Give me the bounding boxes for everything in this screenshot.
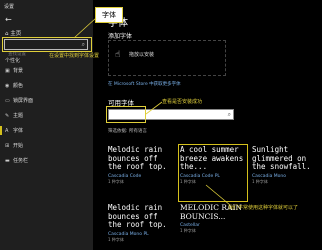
font-count: 1 种字体 bbox=[252, 178, 268, 184]
back-arrow-icon[interactable]: ← bbox=[5, 15, 12, 24]
sidebar-item-label: 主题 bbox=[13, 113, 24, 119]
sidebar-item-colors[interactable]: ◉ 颜色 bbox=[5, 81, 23, 90]
annotation-box-font-search bbox=[106, 106, 146, 123]
annotation-tag: 字体 bbox=[95, 7, 123, 23]
add-fonts-heading: 添加字体 bbox=[108, 33, 133, 40]
drop-zone-label: 拖放以安装 bbox=[129, 52, 155, 58]
sidebar-item-label: 开始 bbox=[13, 143, 24, 149]
font-card-cascadia-code[interactable]: Melodic rain bounces off the roof top. C… bbox=[108, 145, 174, 200]
section-label: 个性化 bbox=[5, 58, 21, 64]
sidebar-item-taskbar[interactable]: ▬ 任务栏 bbox=[5, 156, 28, 165]
annotation-card-hint: 我们平常使用这种字体就可以了 bbox=[228, 205, 299, 211]
font-drop-zone[interactable]: ☝ 拖放以安装 bbox=[108, 40, 226, 76]
settings-window: 设置 ← ⌂ 主页 ⌕ 个性化 ▣ 背景 ◉ 颜色 ▭ 锁屏界面 ✎ 主题 A … bbox=[0, 0, 322, 250]
start-icon: ⊞ bbox=[5, 142, 10, 149]
sidebar-item-label: 颜色 bbox=[13, 83, 24, 89]
sidebar-item-lockscreen[interactable]: ▭ 锁屏界面 bbox=[5, 96, 33, 105]
picture-icon: ▣ bbox=[5, 67, 10, 74]
font-sample-text: Melodic rain bounces off the roof top. bbox=[108, 203, 167, 229]
font-count: 1 种字体 bbox=[180, 228, 196, 233]
font-count: 1 种字体 bbox=[108, 236, 124, 242]
language-filter[interactable]: 筛选依据: 所有语言 bbox=[108, 128, 147, 134]
sidebar-item-label: 锁屏界面 bbox=[13, 98, 34, 104]
palette-icon: ◉ bbox=[5, 82, 10, 89]
store-link[interactable]: 在 Microsoft Store 中获取更多字体 bbox=[108, 81, 181, 87]
sidebar-item-themes[interactable]: ✎ 主题 bbox=[5, 111, 23, 120]
font-count: 1 种字体 bbox=[108, 178, 124, 184]
brush-icon: ✎ bbox=[5, 112, 10, 119]
font-card-cascadia-mono[interactable]: Sunlight glimmered on the snowfall. Casc… bbox=[252, 145, 318, 200]
sidebar-item-label: 字体 bbox=[13, 128, 24, 134]
monitor-icon: ▭ bbox=[5, 97, 10, 104]
font-card-cascadia-mono-pl[interactable]: Melodic rain bounces off the roof top. C… bbox=[108, 203, 174, 250]
font-sample-text: A cool summer breeze awakens the... bbox=[180, 145, 244, 171]
window-title: 设置 bbox=[4, 4, 15, 10]
search-icon: ⌕ bbox=[227, 111, 231, 118]
taskbar-icon: ▬ bbox=[5, 157, 10, 164]
font-count: 1 种字体 bbox=[180, 178, 196, 184]
sidebar-item-start[interactable]: ⊞ 开始 bbox=[5, 141, 23, 150]
annotation-search-hint: 在设置中找到字体设置 bbox=[49, 53, 100, 59]
annotation-search-result: 查看是否安装成功 bbox=[162, 99, 203, 105]
font-icon: A bbox=[5, 127, 9, 134]
hand-drag-icon: ☝ bbox=[115, 50, 121, 60]
annotation-box-search bbox=[2, 37, 92, 52]
font-card-cascadia-code-pl[interactable]: A cool summer breeze awakens the... Casc… bbox=[178, 144, 248, 202]
sidebar-item-label: 任务栏 bbox=[13, 158, 29, 164]
font-sample-text: Melodic rain bounces off the roof top. bbox=[108, 145, 167, 171]
sidebar-item-label: 背景 bbox=[13, 68, 24, 74]
main-panel: 字体 添加字体 ☝ 拖放以安装 在 Microsoft Store 中获取更多字… bbox=[93, 0, 322, 250]
sidebar-home[interactable]: ⌂ 主页 bbox=[5, 29, 21, 37]
sidebar-item-fonts[interactable]: A 字体 bbox=[0, 126, 24, 135]
sidebar-item-background[interactable]: ▣ 背景 bbox=[5, 66, 23, 75]
font-sample-text: Sunlight glimmered on the snowfall. bbox=[252, 145, 311, 171]
